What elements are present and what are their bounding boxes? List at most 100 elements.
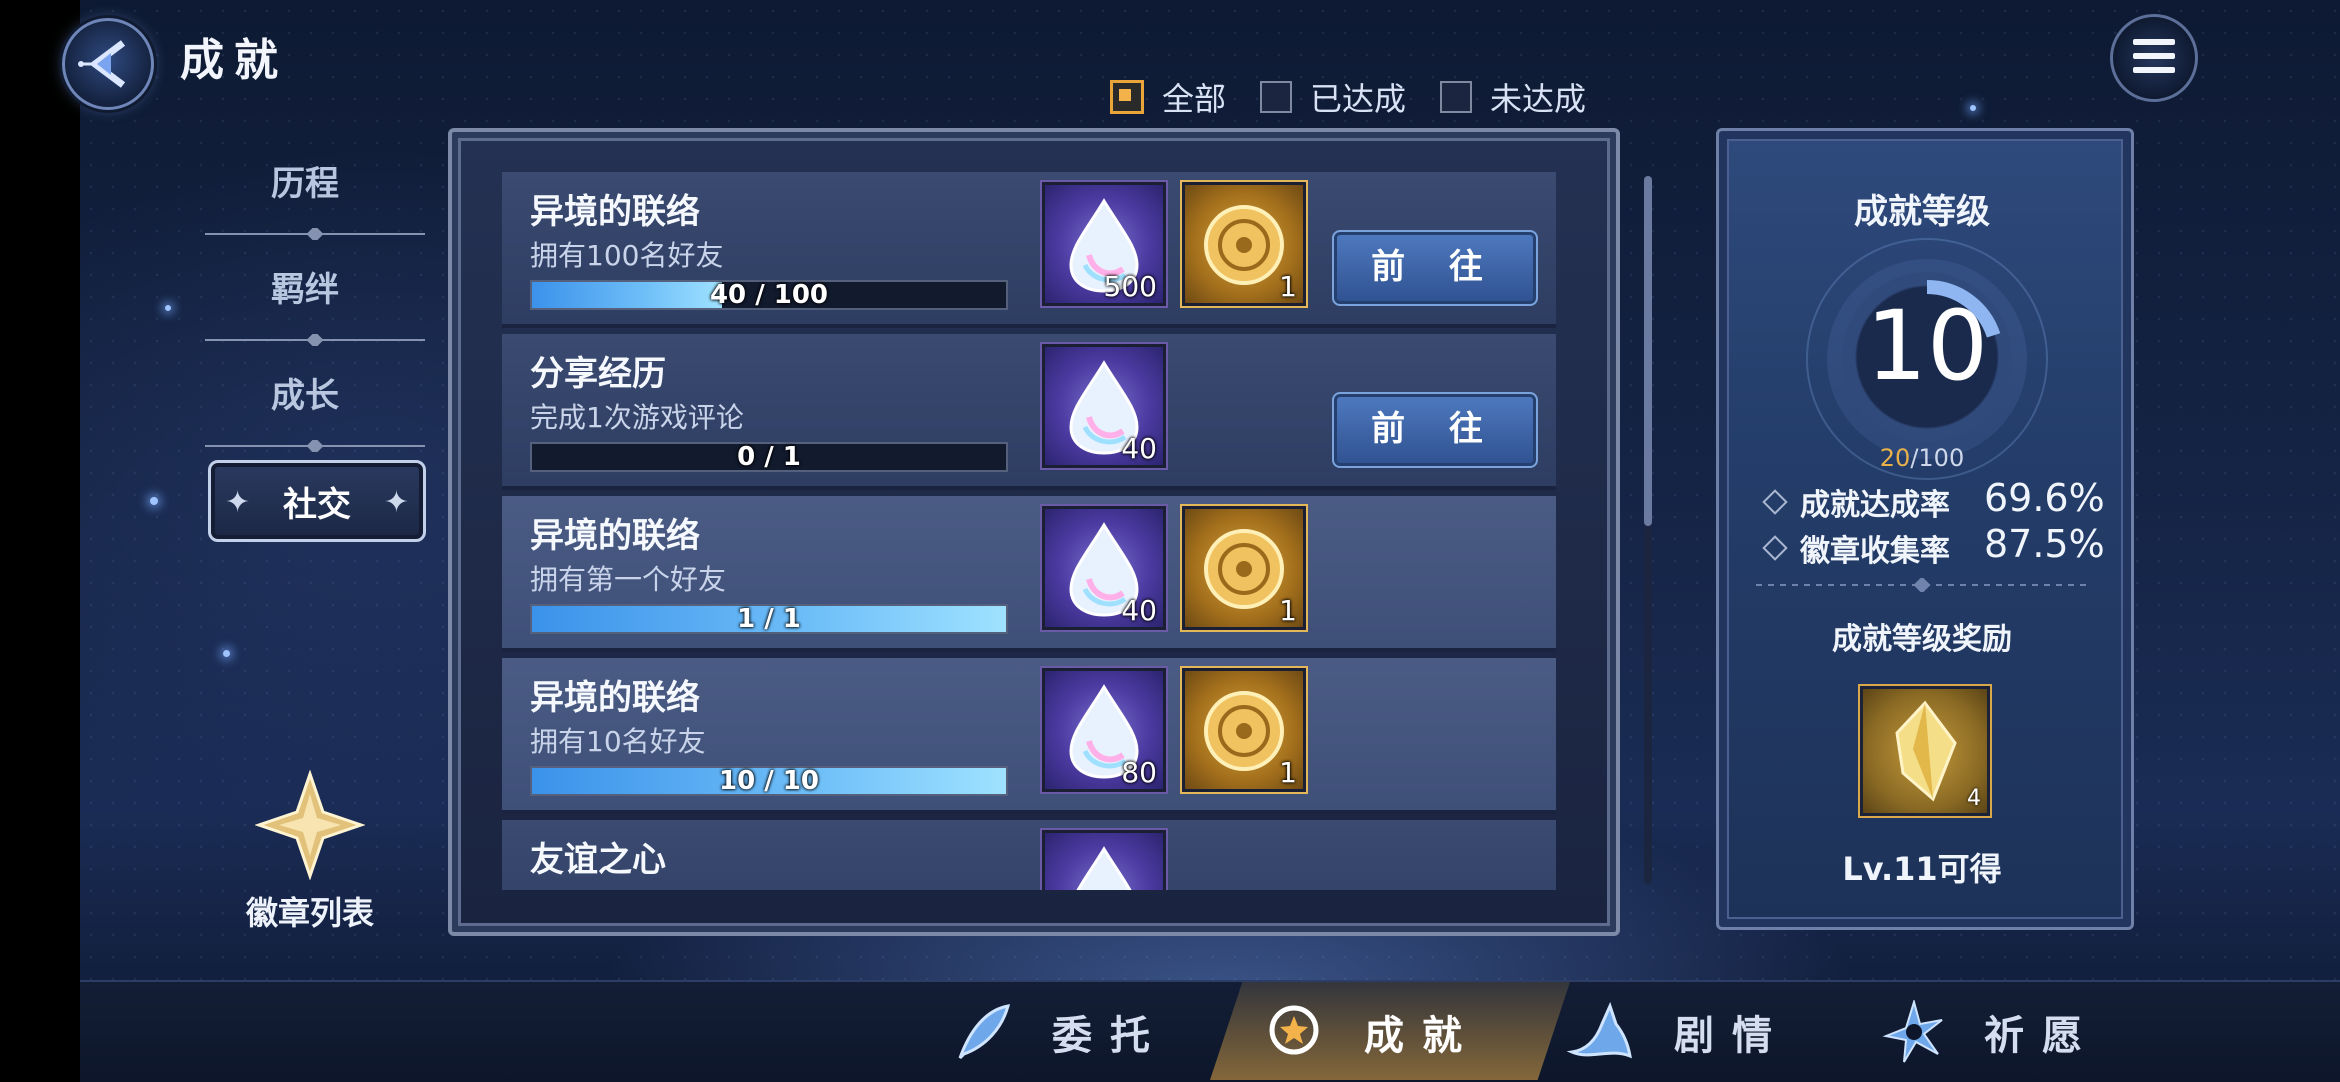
tab-label: 剧情 [1674, 1013, 1790, 1059]
achievement-list[interactable]: 异境的联络 拥有100名好友 40 / 100 500 1 前 往分享经历 完成1次游戏评论… [502, 172, 1564, 890]
reward-coin-item[interactable]: 1 [1182, 182, 1306, 306]
fox-icon [1566, 1001, 1632, 1059]
level-exp: 20/100 [1716, 444, 2128, 472]
tab-label: 委托 [1052, 1013, 1168, 1059]
filter-incomplete[interactable]: 未达成 [1440, 74, 1586, 120]
level-reward-item[interactable]: 4 [1860, 686, 1990, 816]
reward-quantity: 80 [1121, 756, 1157, 789]
tab-label: 祈愿 [1984, 1013, 2100, 1059]
sparkle [1970, 105, 1976, 111]
achievement-description: 拥有第一个好友 [530, 563, 727, 596]
filter-label: 未达成 [1490, 80, 1587, 118]
tab-commission[interactable]: 委托 [950, 992, 1168, 1072]
reward-quantity: 1 [1279, 594, 1297, 627]
sidebar-item-bonds[interactable]: 羁绊 [195, 262, 415, 311]
badge-list-label: 徽章列表 [245, 894, 374, 932]
diamond-icon [1762, 535, 1788, 561]
reward-quantity: 1 [1279, 756, 1297, 789]
page-title: 成就 [180, 35, 288, 86]
back-button[interactable] [62, 18, 154, 110]
achievement-title: 异境的联络 [530, 192, 700, 232]
reward-quantity: 40 [1121, 432, 1157, 465]
tab-story[interactable]: 剧情 [1566, 992, 1790, 1072]
reward-quantity: 40 [1121, 594, 1157, 627]
coin-icon [1204, 529, 1284, 609]
progress-bar: 0 / 1 [530, 442, 1008, 472]
reward-gem-item[interactable]: 500 [1042, 182, 1166, 306]
progress-text: 10 / 10 [719, 766, 819, 796]
progress-text: 40 / 100 [709, 280, 829, 310]
reward-quantity: 1 [1279, 270, 1297, 303]
progress-text: 1 / 1 [737, 604, 801, 634]
achievement-description: 拥有10名好友 [530, 725, 706, 758]
achievement-row[interactable]: 分享经历完成1次游戏评论 0 / 1 40 前 往 [502, 334, 1556, 490]
level-reward-condition: Lv.11可得 [1842, 850, 2002, 888]
sparkle-icon: ✦ [383, 485, 409, 520]
filter-all[interactable]: 全部 [1110, 74, 1226, 120]
reward-gem-item[interactable]: 40 [1042, 506, 1166, 630]
stat-value: 69.6% [1984, 476, 2105, 520]
back-arrow-icon [78, 40, 126, 88]
checkbox-icon[interactable] [1110, 80, 1144, 114]
reward-coin-item[interactable]: 1 [1182, 668, 1306, 792]
checkbox-icon[interactable] [1260, 81, 1293, 113]
sidebar-item-growth[interactable]: 成长 [195, 368, 415, 417]
gem-icon [1076, 846, 1132, 890]
filter-completed[interactable]: 已达成 [1260, 74, 1406, 120]
sidebar-item-history[interactable]: 历程 [195, 156, 415, 205]
achievement-title: 异境的联络 [530, 678, 700, 718]
sparkle [223, 650, 230, 657]
checkbox-icon[interactable] [1440, 81, 1473, 113]
achievement-row[interactable]: 异境的联络拥有100名好友 40 / 100 500 1 前 往 [502, 172, 1556, 328]
achievement-title: 分享经历 [530, 354, 666, 394]
level-number: 10 [1865, 290, 1989, 402]
reward-gem-item[interactable]: 40 [1042, 344, 1166, 468]
diamond-icon [1762, 489, 1788, 515]
progress-bar: 10 / 10 [530, 766, 1008, 796]
go-button[interactable]: 前 往 [1332, 392, 1538, 468]
tab-wish[interactable]: 祈愿 [1882, 992, 2100, 1072]
divider-ornament [1756, 578, 2088, 592]
reward-quantity: 500 [1103, 270, 1157, 303]
level-reward-title: 成就等级奖励 [1832, 622, 2012, 657]
tab-achievement[interactable]: 成就 [1262, 992, 1480, 1072]
reward-gem-item[interactable]: 80 [1042, 668, 1166, 792]
stat-completion: 成就达成率 69.6% [1762, 476, 2105, 524]
achievement-title: 异境的联络 [530, 516, 700, 556]
feather-icon [958, 1004, 1011, 1060]
exp-max: /100 [1910, 444, 1965, 472]
stat-label: 成就达成率 [1800, 488, 1950, 523]
stat-label: 徽章收集率 [1800, 534, 1950, 569]
progress-bar: 1 / 1 [530, 604, 1008, 634]
divider-ornament [205, 334, 425, 346]
tab-label: 成就 [1364, 1013, 1480, 1059]
reward-quantity: 4 [1967, 786, 1981, 811]
sidebar-item-social[interactable]: ✦ 社交 ✦ [208, 460, 426, 542]
achievement-description: 拥有100名好友 [530, 239, 724, 272]
progress-bar: 40 / 100 [530, 280, 1008, 310]
achievement-description: 完成1次游戏评论 [530, 401, 744, 434]
divider-ornament [205, 440, 425, 452]
divider-ornament [205, 228, 425, 240]
menu-button[interactable] [2110, 14, 2198, 102]
medal-icon [1269, 1005, 1319, 1055]
coin-icon [1204, 205, 1284, 285]
sparkle [165, 305, 171, 311]
filter-bar: 全部 已达成 未达成 [1110, 74, 1586, 120]
level-panel-title: 成就等级 [1854, 192, 1990, 232]
sparkle [150, 497, 158, 505]
achievement-title: 友谊之心 [530, 840, 666, 880]
badge-list-icon[interactable] [255, 770, 365, 880]
exp-current: 20 [1879, 444, 1911, 472]
progress-text: 0 / 1 [737, 442, 801, 472]
reward-gem-item[interactable] [1042, 830, 1166, 890]
go-button[interactable]: 前 往 [1332, 230, 1538, 306]
achievement-row[interactable]: 异境的联络拥有第一个好友 1 / 1 40 1 [502, 496, 1556, 652]
stat-value: 87.5% [1984, 522, 2105, 566]
star-burst-icon [1882, 1000, 1943, 1063]
reward-coin-item[interactable]: 1 [1182, 506, 1306, 630]
achievement-row[interactable]: 友谊之心 [502, 820, 1556, 890]
filter-label: 全部 [1162, 80, 1227, 118]
scrollbar-thumb[interactable] [1644, 176, 1652, 526]
achievement-row[interactable]: 异境的联络拥有10名好友 10 / 10 80 1 [502, 658, 1556, 814]
